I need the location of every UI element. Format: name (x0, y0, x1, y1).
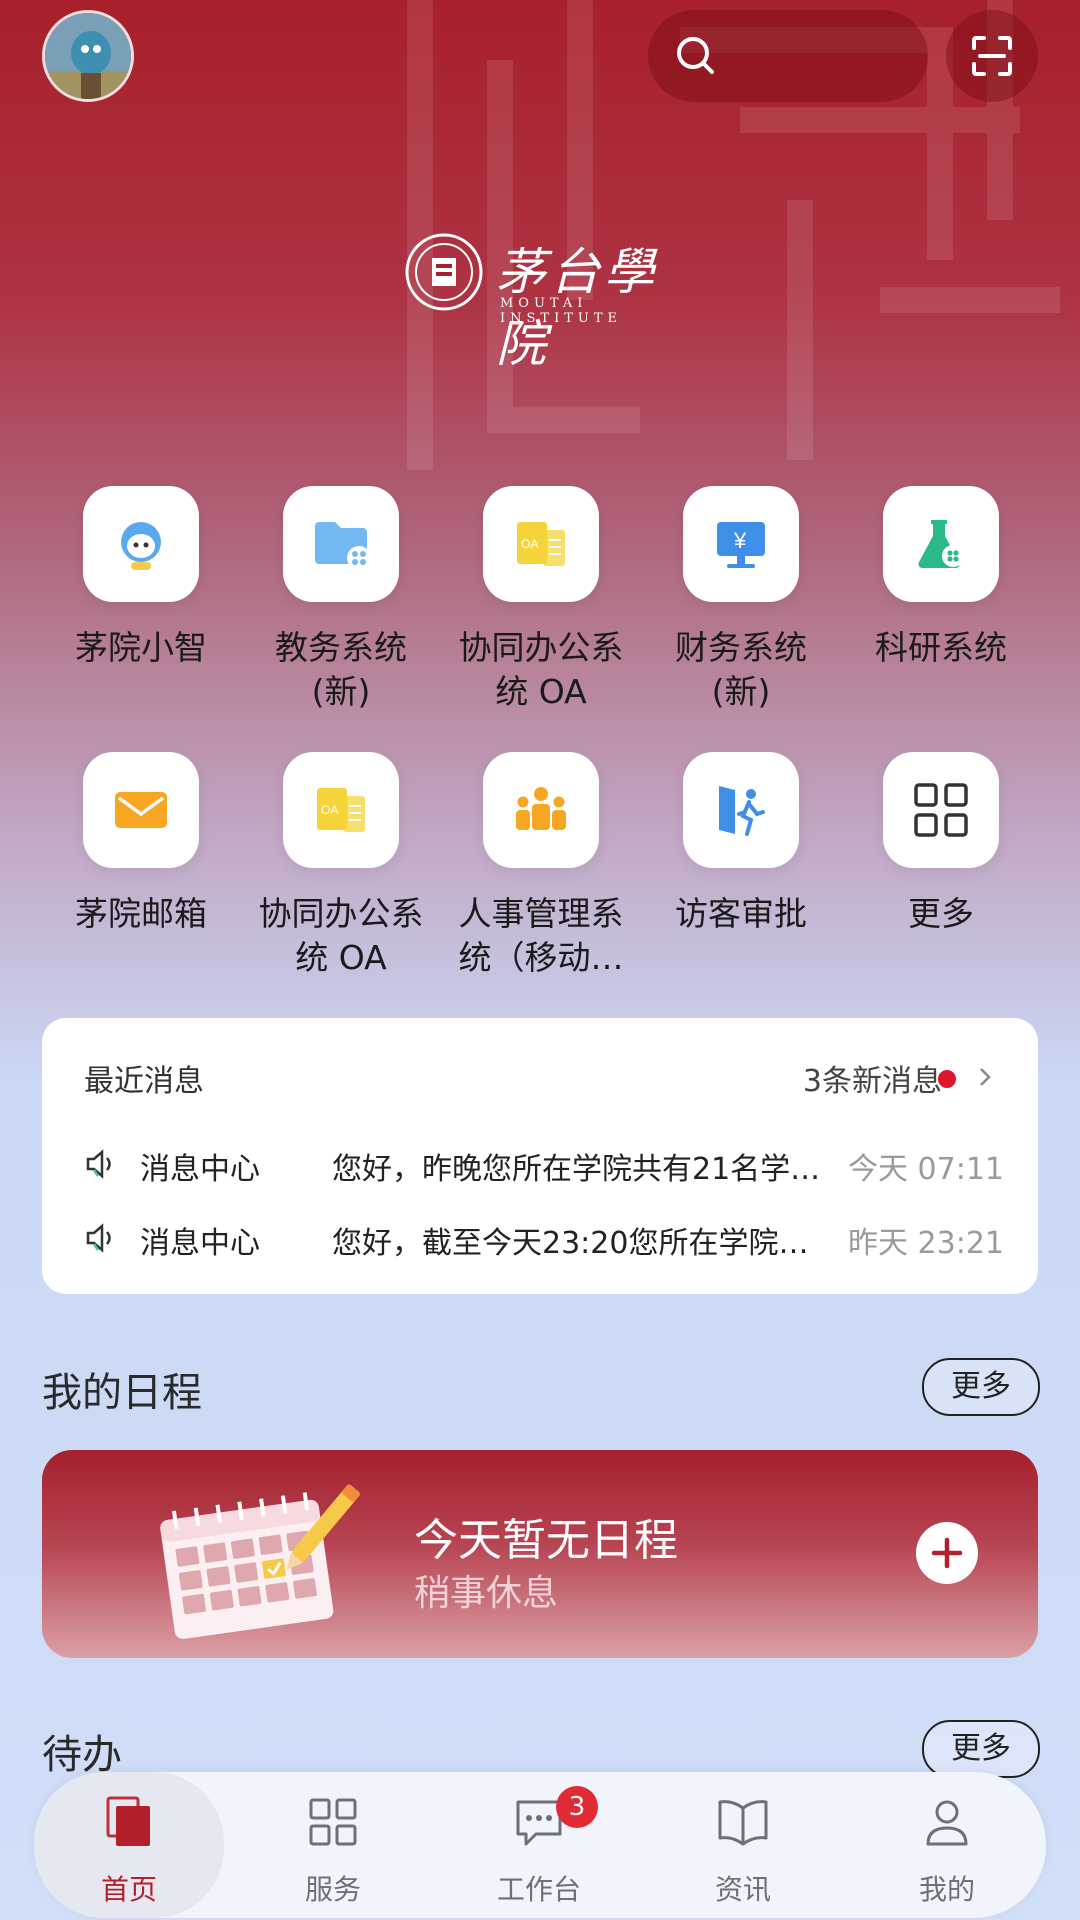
schedule-empty-title: 今天暂无日程 (414, 1515, 678, 1566)
robot-icon (121, 522, 161, 570)
mail-icon (115, 792, 167, 828)
app-label: 教务系统 (新) (275, 628, 407, 711)
app-jiaowu-system[interactable]: 教务系统 (新) (241, 486, 441, 714)
nav-services[interactable]: 服务 (238, 1772, 428, 1918)
nav-news[interactable]: 资讯 (648, 1772, 838, 1918)
user-avatar[interactable] (42, 10, 134, 102)
app-label: 财务系统 (新) (675, 628, 807, 711)
svg-text:OA: OA (321, 803, 338, 817)
todo-more-button[interactable]: 更多 (922, 1720, 1040, 1778)
grid-icon (309, 1798, 357, 1846)
app-label: 协同办公系 统 OA (258, 894, 424, 977)
search-icon (677, 37, 714, 74)
message-row[interactable]: 消息中心 您好，昨晚您所在学院共有21名学… 今天 07:11 (84, 1138, 1004, 1188)
app-mail[interactable]: 茅院邮箱 (41, 752, 241, 936)
app-research-system[interactable]: 科研系统 (841, 486, 1041, 670)
nav-workbench[interactable]: 3 工作台 (444, 1772, 634, 1918)
app-more[interactable]: 更多 (841, 752, 1041, 936)
nav-label: 工作台 (496, 1873, 581, 1906)
message-text: 您好，截至今天23:20您所在学院… (332, 1226, 809, 1261)
plus-icon (931, 1537, 963, 1569)
search-button[interactable] (648, 10, 928, 102)
home-icon (106, 1796, 150, 1846)
app-hr-system[interactable]: 人事管理系 统（移动… (441, 752, 641, 980)
scan-button[interactable] (946, 10, 1038, 102)
message-text: 您好，昨晚您所在学院共有21名学… (332, 1152, 821, 1187)
finance-monitor-icon: ¥ (717, 522, 765, 568)
app-label: 人事管理系 统（移动… (458, 894, 624, 977)
calendar-icon (160, 1484, 360, 1639)
nav-mine[interactable]: 我的 (852, 1772, 1042, 1918)
app-label: 协同办公系 统 OA (458, 628, 624, 711)
app-label: 科研系统 (875, 628, 1007, 667)
message-source: 消息中心 (140, 1152, 260, 1187)
app-label: 更多 (908, 894, 974, 933)
schedule-card[interactable]: 今天暂无日程 稍事休息 (42, 1450, 1038, 1658)
nav-label: 首页 (100, 1873, 157, 1906)
flask-icon (918, 520, 964, 569)
add-schedule-button[interactable] (916, 1522, 978, 1584)
institute-seal-icon (405, 233, 483, 311)
nav-label: 服务 (304, 1873, 361, 1906)
app-label: 茅院小智 (75, 628, 207, 667)
folder-icon (315, 522, 371, 570)
app-label: 访客审批 (675, 894, 807, 933)
schedule-more-button[interactable]: 更多 (922, 1358, 1040, 1416)
workbench-badge: 3 (556, 1786, 598, 1828)
app-oa-1[interactable]: OA 协同办公系 统 OA (441, 486, 641, 714)
oa-doc-icon: OA (317, 788, 365, 832)
schedule-title: 我的日程 (42, 1370, 202, 1416)
institute-logo: 茅台學院 MOUTAI INSTITUTE (404, 228, 704, 373)
chevron-right-icon[interactable] (976, 1064, 994, 1090)
schedule-empty-subtitle: 稍事休息 (414, 1573, 559, 1614)
app-oa-2[interactable]: OA 协同办公系 统 OA (241, 752, 441, 980)
bottom-nav: 首页 服务 3 工作台 资讯 我的 (34, 1772, 1046, 1918)
nav-label: 我的 (918, 1873, 975, 1906)
message-source: 消息中心 (140, 1226, 260, 1261)
new-messages-count[interactable]: 3条新消息 (803, 1056, 942, 1100)
logo-subtitle: MOUTAI INSTITUTE (500, 296, 623, 326)
visitor-icon (719, 786, 765, 836)
oa-doc-icon: OA (517, 522, 565, 566)
book-icon (718, 1800, 768, 1846)
message-row[interactable]: 消息中心 您好，截至今天23:20您所在学院… 昨天 23:21 (84, 1212, 1004, 1262)
recent-messages-title: 最近消息 (84, 1064, 204, 1099)
avatar-image (45, 13, 131, 99)
speaker-icon (86, 1149, 111, 1179)
speaker-icon (86, 1223, 111, 1253)
nav-home[interactable]: 首页 (34, 1772, 224, 1918)
nav-label: 资讯 (714, 1873, 771, 1906)
app-finance-system[interactable]: ¥ 财务系统 (新) (641, 486, 841, 714)
app-maoyuan-xiaozhi[interactable]: 茅院小智 (41, 486, 241, 670)
app-label: 茅院邮箱 (75, 894, 207, 933)
svg-text:OA: OA (521, 537, 538, 551)
grid-icon (914, 783, 968, 837)
app-visitor-approval[interactable]: 访客审批 (641, 752, 841, 936)
recent-messages-card[interactable]: 最近消息 3条新消息 消息中心 您好，昨晚您所在学院共有21名学… 今天 07:… (42, 1018, 1038, 1294)
unread-dot (938, 1070, 956, 1088)
scan-icon (972, 36, 1012, 76)
people-icon (516, 787, 566, 830)
message-time: 昨天 23:21 (848, 1226, 1004, 1261)
person-icon (926, 1800, 968, 1846)
svg-text:¥: ¥ (733, 528, 747, 553)
message-time: 今天 07:11 (848, 1152, 1004, 1187)
